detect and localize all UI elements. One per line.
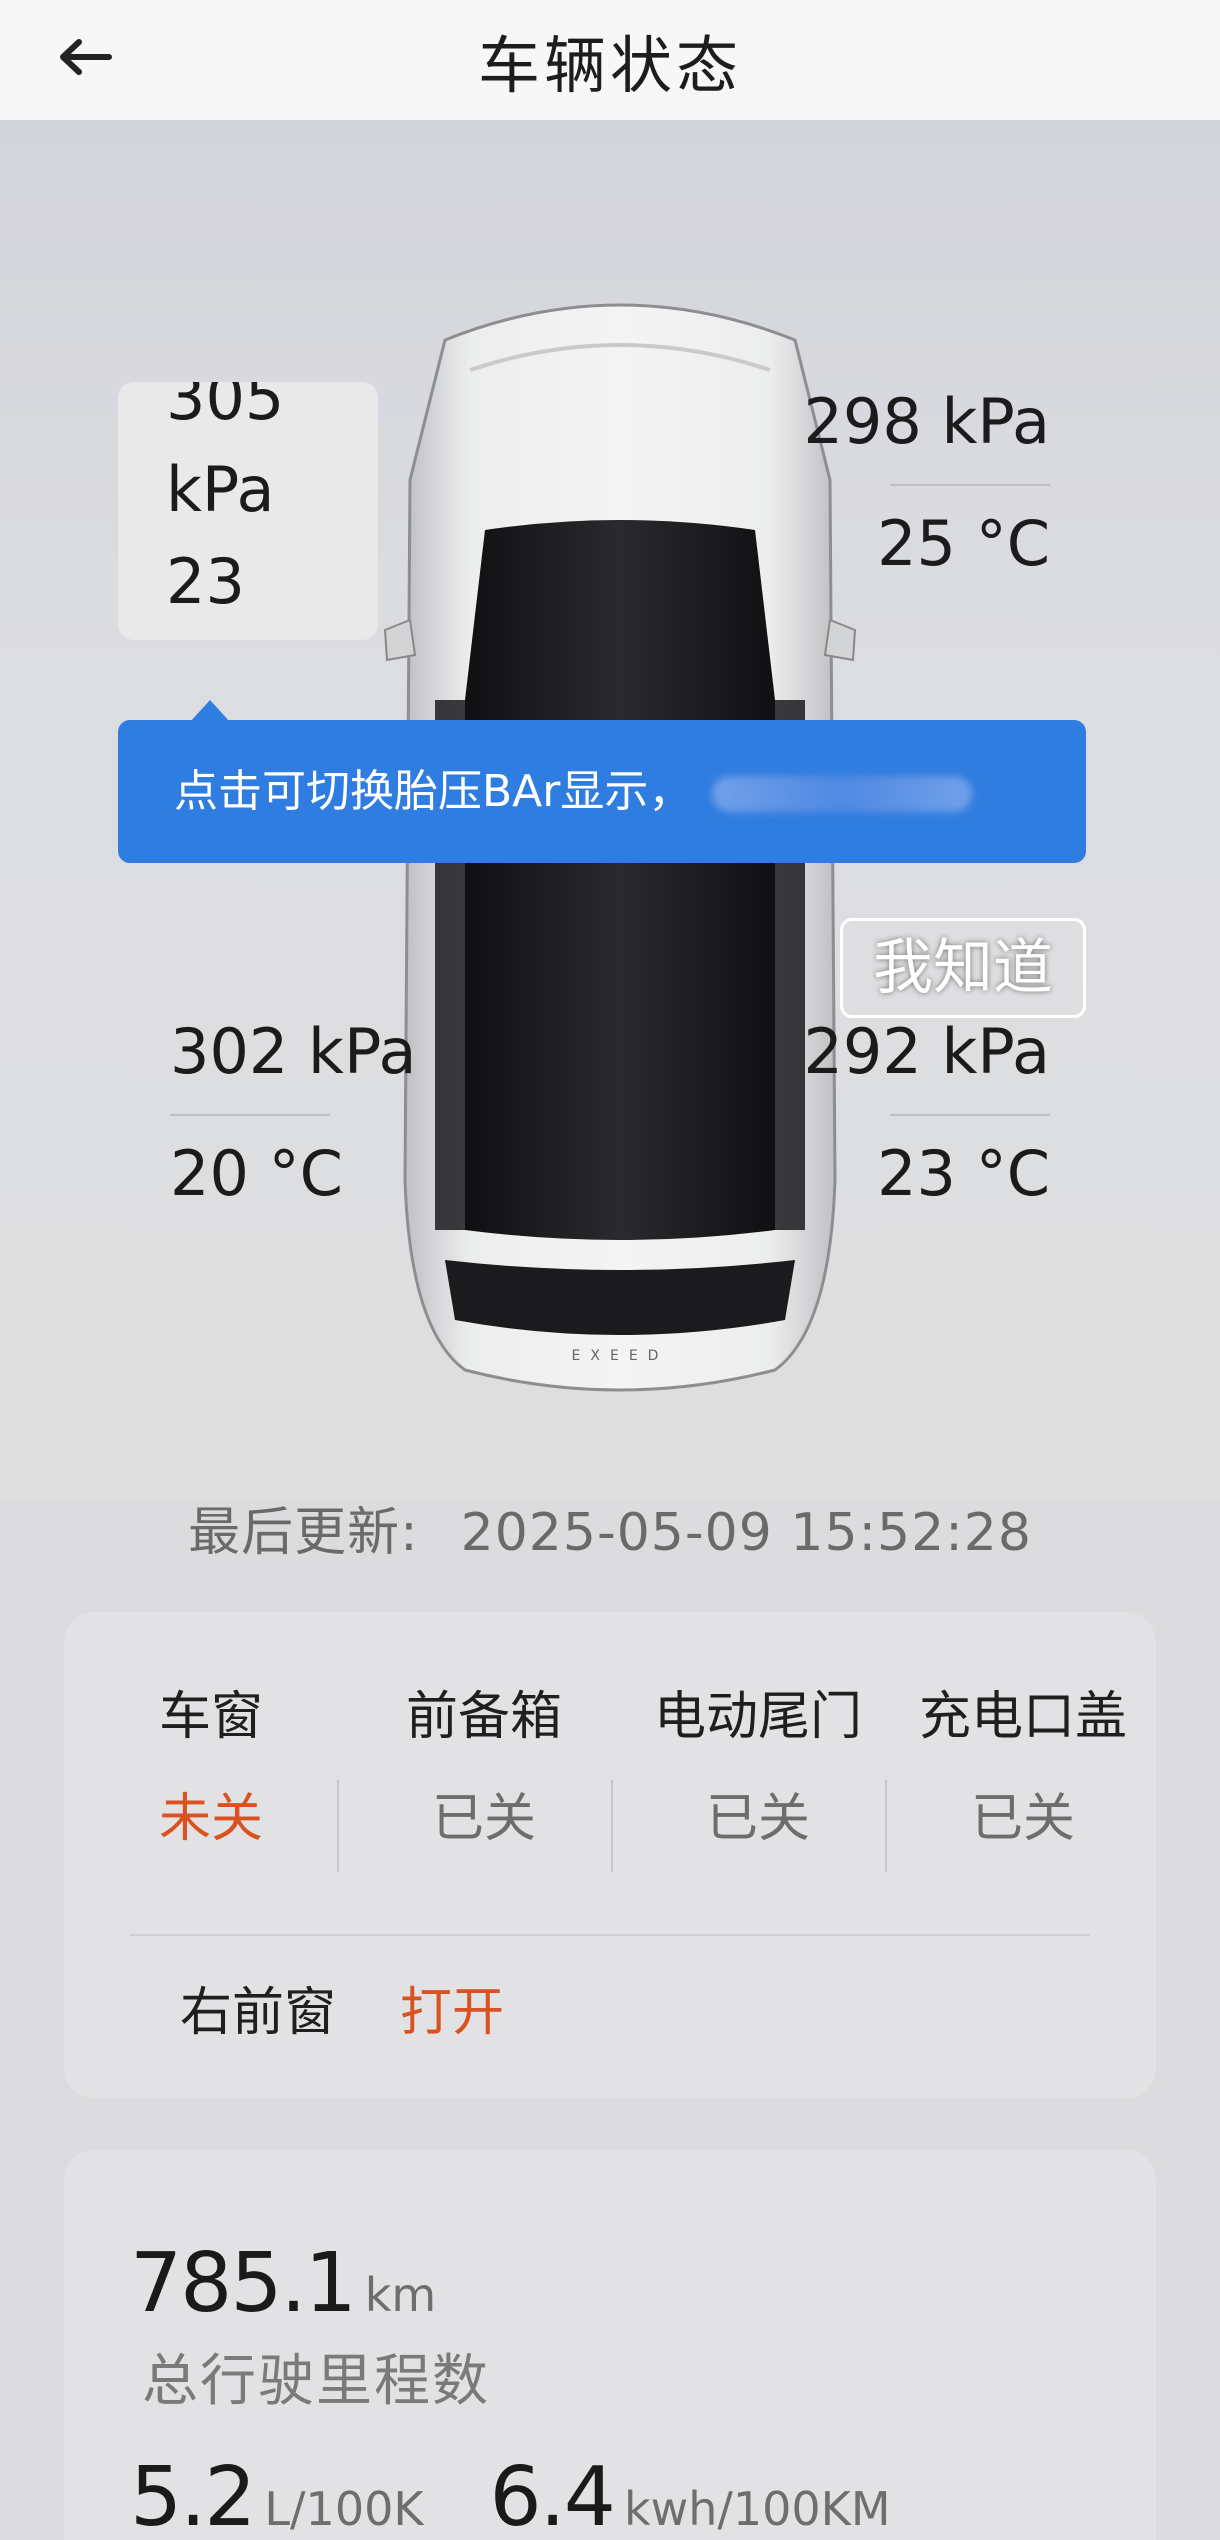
divider [170,1114,330,1116]
divider [611,1780,613,1872]
last-update-label: 最后更新: [188,1503,419,1563]
mileage-unit: km [364,2268,437,2322]
status-label: 充电口盖 [918,1687,1127,1747]
page-title: 车辆状态 [477,29,742,102]
status-label: 前备箱 [405,1687,562,1747]
last-update: 最后更新: 2025-05-09 15:52:28 [0,1490,1220,1565]
tire-front-right[interactable]: 298 kPa 25 °C [790,382,1050,584]
status-item-tailgate[interactable]: 电动尾门 已关 [621,1682,895,1854]
back-button[interactable] [50,22,120,92]
total-mileage: 785.1 km [130,2236,436,2331]
status-item-charge-port[interactable]: 充电口盖 已关 [886,1682,1160,1854]
tire-temperature: 23 °C [877,1137,1050,1210]
divider [337,1780,339,1872]
tire-front-left[interactable]: 305 kPa 23 °C [118,382,378,640]
tire-temperature: 23 °C [166,545,245,640]
tooltip-arrow [190,700,230,722]
svg-text:EXEED: EXEED [572,1348,669,1364]
status-value: 未关 [158,1789,263,1849]
status-item-frunk[interactable]: 前备箱 已关 [347,1682,621,1854]
arrow-left-icon [60,39,112,75]
openings-status-card: 车窗 未关 前备箱 已关 电动尾门 已关 充电口盖 已关 右前窗 打开 [64,1612,1156,2098]
status-value: 已关 [705,1789,810,1849]
tire-pressure: 292 kPa [803,1015,1050,1088]
mileage-value: 785.1 [130,2236,357,2331]
status-value: 已关 [970,1789,1075,1849]
tire-rear-right[interactable]: 292 kPa 23 °C [790,1012,1050,1214]
tire-rear-left[interactable]: 302 kPa 20 °C [170,1012,430,1214]
tire-pressure: 302 kPa [170,1015,417,1088]
tire-pressure-unit: kPa [166,453,275,526]
blurred-text [712,776,973,812]
tire-pressure: 305 [166,382,285,434]
tire-temperature: 25 °C [877,507,1050,580]
divider [890,1114,1050,1116]
header-bar: 车辆状态 [0,0,1220,120]
fuel-consumption-unit: L/100K [264,2482,424,2536]
status-label: 车窗 [158,1687,263,1747]
window-detail-row: 右前窗 打开 [180,1968,504,2058]
fuel-consumption-value: 5.2 [130,2450,256,2540]
tooltip-text: 点击可切换胎压BAr显示， [174,766,693,817]
unit-switch-tooltip: 点击可切换胎压BAr显示， [118,720,1086,863]
driving-stats-card: 785.1 km 总行驶里程数 5.2 L/100K 6.4 kwh/100KM [64,2150,1156,2540]
energy-consumption-value: 6.4 [489,2450,616,2540]
tire-temperature: 20 °C [170,1137,343,1210]
status-label: 电动尾门 [653,1687,862,1747]
last-update-value: 2025-05-09 15:52:28 [460,1503,1032,1563]
got-it-button[interactable]: 我知道 [840,918,1086,1018]
energy-consumption-unit: kwh/100KM [623,2482,891,2536]
consumption-row: 5.2 L/100K 6.4 kwh/100KM [130,2450,891,2540]
divider [890,484,1050,486]
status-item-window[interactable]: 车窗 未关 [74,1682,348,1854]
mileage-caption: 总行驶里程数 [142,2349,490,2414]
window-detail-label: 右前窗 [180,1983,337,2043]
status-value: 已关 [431,1789,536,1849]
window-detail-value: 打开 [400,1983,505,2043]
tire-pressure: 298 kPa [803,385,1050,458]
divider [130,1934,1090,1936]
